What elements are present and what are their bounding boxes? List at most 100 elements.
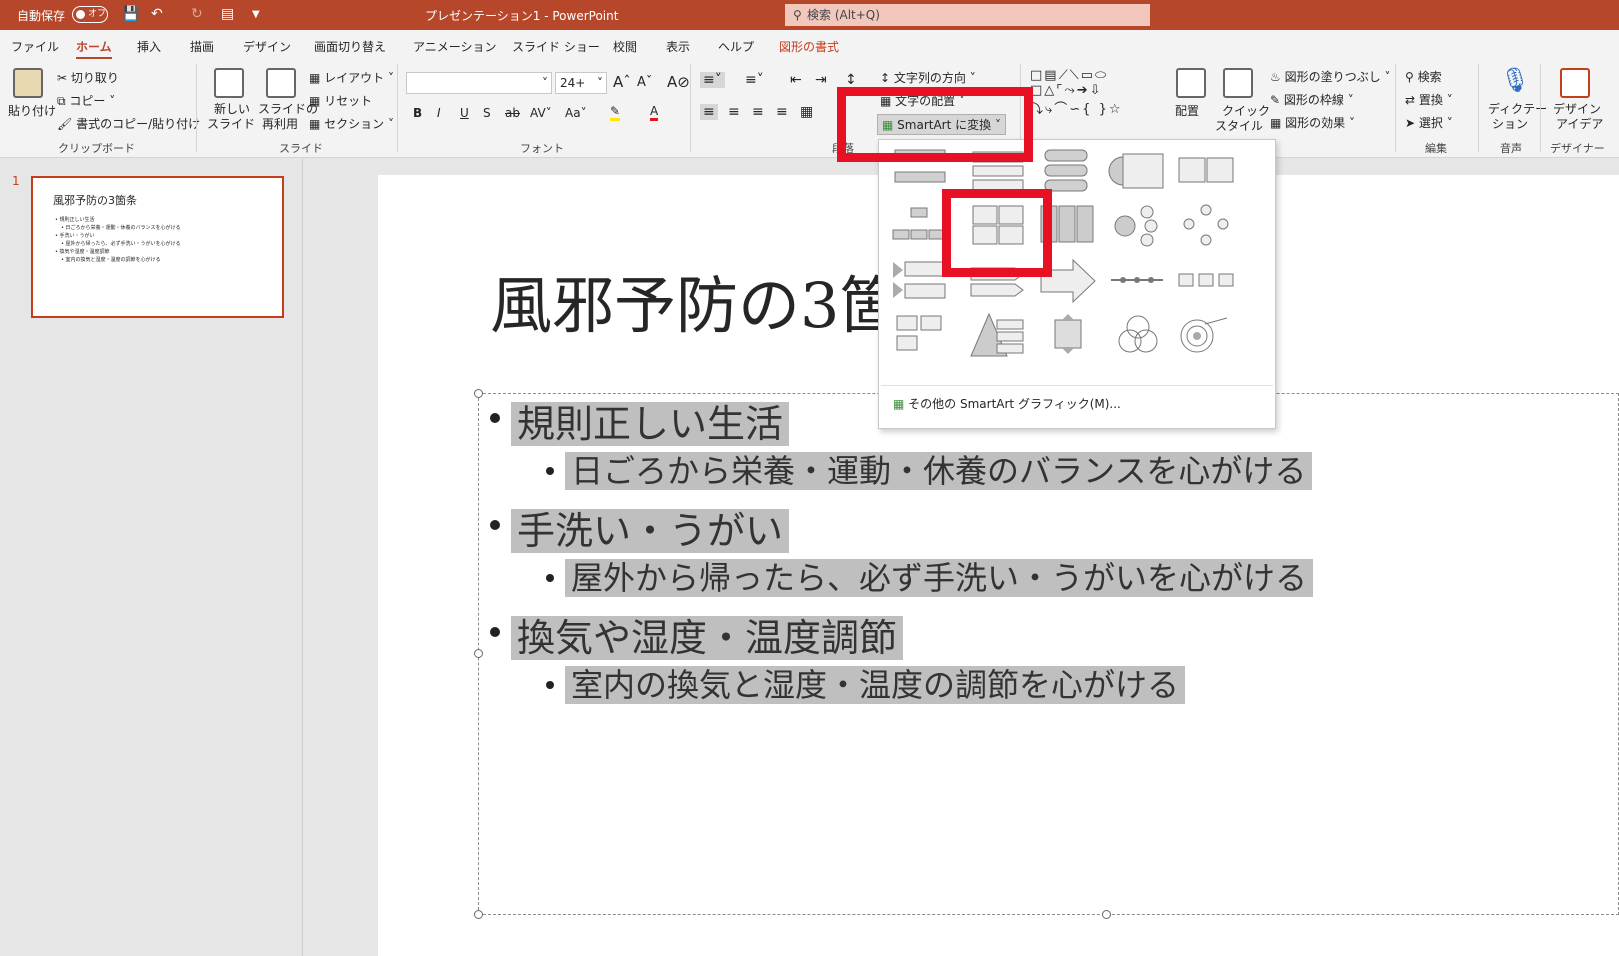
font-size-value: 24+	[560, 76, 586, 90]
tab-design[interactable]: デザイン	[243, 38, 291, 55]
smartart-layout-basic-process[interactable]	[1175, 258, 1237, 304]
bullet-level2[interactable]: 日ごろから栄養・運動・休養のバランスを心がける	[565, 446, 1313, 492]
bullet-dot	[490, 520, 500, 530]
autosave-toggle[interactable]: オフ	[72, 6, 108, 23]
shape-effects-button[interactable]: ▦ 図形の効果 ˅	[1270, 114, 1355, 131]
bullet-dot	[490, 413, 500, 423]
shape-outline-button[interactable]: ✎ 図形の枠線 ˅	[1270, 91, 1354, 108]
microphone-icon[interactable]: 🎙	[1500, 66, 1530, 94]
group-label-voice: 音声	[1500, 142, 1522, 155]
tab-draw[interactable]: 描画	[190, 38, 214, 55]
bullet-text: 換気や湿度・温度調節	[511, 616, 904, 660]
case-icon[interactable]: Aa˅	[565, 106, 587, 120]
smartart-layout-pyramid-list[interactable]	[967, 312, 1029, 358]
increase-indent-icon[interactable]: ⇥	[815, 72, 827, 88]
italic-icon[interactable]: I	[437, 106, 441, 120]
decrease-indent-icon[interactable]: ⇤	[790, 72, 802, 88]
shrink-font-icon[interactable]: Aˇ	[637, 75, 652, 90]
bullet-level1[interactable]: 換気や湿度・温度調節	[511, 607, 904, 662]
bullets-icon[interactable]: ≡˅	[700, 72, 725, 88]
smartart-layout-radial[interactable]	[1107, 202, 1169, 248]
underline-icon[interactable]: U	[460, 106, 469, 120]
tab-review[interactable]: 校閲	[613, 38, 637, 55]
highlight-icon[interactable]: ✎	[610, 104, 621, 121]
tab-home[interactable]: ホーム	[76, 38, 112, 59]
tab-help[interactable]: ヘルプ	[718, 38, 754, 55]
select-button[interactable]: ➤ 選択 ˅	[1405, 114, 1453, 131]
find-button[interactable]: ⚲ 検索	[1405, 68, 1442, 85]
slide-thumbnail[interactable]: 風邪予防の3箇条 • 規則正しい生活 • 日ごろから栄養・運動・休養のバランスを…	[31, 176, 284, 318]
customize-qat-icon[interactable]: ▼	[252, 9, 260, 20]
smartart-layout-matrix[interactable]	[1037, 312, 1099, 358]
tab-slideshow[interactable]: スライド ショー	[512, 38, 600, 55]
smartart-layout-cycle[interactable]	[1175, 202, 1237, 248]
save-icon[interactable]: 💾	[122, 6, 139, 22]
replace-button[interactable]: ⇄ 置換 ˅	[1405, 91, 1453, 108]
present-icon[interactable]: ▤	[221, 6, 234, 22]
tab-animations[interactable]: アニメーション	[413, 38, 497, 55]
smartart-layout-horizontal-list[interactable]	[1175, 148, 1237, 194]
layout-button[interactable]: ▦ レイアウト ˅	[309, 69, 394, 86]
justify-icon[interactable]: ≡	[776, 104, 788, 120]
group-separator	[1395, 64, 1396, 152]
slide-title[interactable]: 風邪予防の3箇	[490, 255, 901, 345]
bullet-level2[interactable]: 室内の換気と湿度・温度の調節を心がける	[565, 660, 1186, 706]
find-icon: ⚲	[1405, 70, 1414, 84]
align-center-icon[interactable]: ≡	[728, 104, 740, 120]
bullet-text: 手洗い・うがい	[511, 509, 790, 553]
smartart-layout-process-arrow[interactable]	[1107, 258, 1169, 304]
smartart-layout-target[interactable]	[1175, 312, 1237, 358]
shadow-icon[interactable]: S	[483, 106, 491, 120]
resize-handle[interactable]	[474, 910, 483, 919]
font-name-select[interactable]: ˅	[406, 72, 552, 94]
copy-button[interactable]: ⧉ コピー ˅	[57, 92, 115, 109]
undo-icon[interactable]: ↶	[151, 6, 163, 22]
smartart-layout-venn[interactable]	[1107, 312, 1169, 358]
font-size-select[interactable]: 24+ ˅	[555, 72, 607, 94]
clear-format-icon[interactable]: A⊘	[667, 73, 690, 91]
smartart-layout-vertical-list[interactable]	[1037, 148, 1099, 194]
tab-shape-format[interactable]: 図形の書式	[779, 38, 839, 55]
search-input[interactable]: ⚲ 検索 (Alt+Q)	[785, 4, 1150, 26]
tab-file[interactable]: ファイル	[11, 38, 59, 55]
resize-handle[interactable]	[474, 649, 483, 658]
grow-font-icon[interactable]: Aˆ	[613, 73, 631, 91]
bullet-level1[interactable]: 規則正しい生活	[511, 393, 790, 448]
smartart-layout-stacked[interactable]	[1107, 148, 1169, 194]
resize-handle[interactable]	[474, 389, 483, 398]
tab-transitions[interactable]: 画面切り替え	[314, 38, 386, 55]
format-painter-button[interactable]: 🖌 書式のコピー/貼り付け	[57, 115, 200, 132]
shapes-gallery[interactable]: □▤⟋⟍▭⬭ □△⌜⤳➔⇩ ⤵⤷⌒∽{ }☆	[1030, 68, 1123, 117]
line-spacing-icon[interactable]: ↕	[845, 72, 857, 88]
bullet-dot	[546, 467, 554, 475]
effects-icon: ▦	[1270, 116, 1282, 130]
align-right-icon[interactable]: ≡	[752, 104, 764, 120]
more-smartart-link[interactable]: ▦ その他の SmartArt グラフィック(M)...	[893, 395, 1121, 412]
bullet-level2[interactable]: 屋外から帰ったら、必ず手洗い・うがいを心がける	[565, 553, 1314, 599]
reset-button[interactable]: ▦ リセット	[309, 92, 372, 109]
columns-icon[interactable]: ▦	[800, 104, 813, 120]
resize-handle[interactable]	[1102, 910, 1111, 919]
more-smartart-label: その他の SmartArt グラフィック(M)...	[908, 397, 1121, 411]
section-label: セクション	[324, 117, 385, 131]
design-ideas-icon[interactable]	[1560, 68, 1590, 98]
bullet-level1[interactable]: 手洗い・うがい	[511, 500, 790, 555]
annotation-box-selected-layout	[942, 189, 1052, 277]
arrange-icon[interactable]	[1176, 68, 1206, 98]
section-button[interactable]: ▦ セクション ˅	[309, 115, 394, 132]
align-left-icon[interactable]: ≡	[700, 104, 718, 120]
cut-button[interactable]: ✂ 切り取り	[57, 69, 119, 86]
smartart-layout-picture-caption[interactable]	[889, 312, 951, 358]
redo-icon[interactable]: ↻	[191, 6, 203, 22]
quick-styles-icon[interactable]	[1223, 68, 1253, 98]
numbering-icon[interactable]: ≡˅	[745, 72, 764, 88]
tab-view[interactable]: 表示	[666, 38, 690, 55]
font-color-icon[interactable]: A	[650, 104, 659, 121]
text-direction-button[interactable]: ↕ 文字列の方向 ˅	[880, 69, 976, 86]
bold-icon[interactable]: B	[413, 106, 422, 120]
shape-fill-button[interactable]: ♨ 図形の塗りつぶし ˅	[1270, 68, 1391, 85]
spacing-icon[interactable]: AV˅	[530, 106, 552, 120]
strikethrough-icon[interactable]: ab	[505, 106, 520, 120]
tab-insert[interactable]: 挿入	[137, 38, 161, 55]
group-separator	[1540, 64, 1541, 152]
